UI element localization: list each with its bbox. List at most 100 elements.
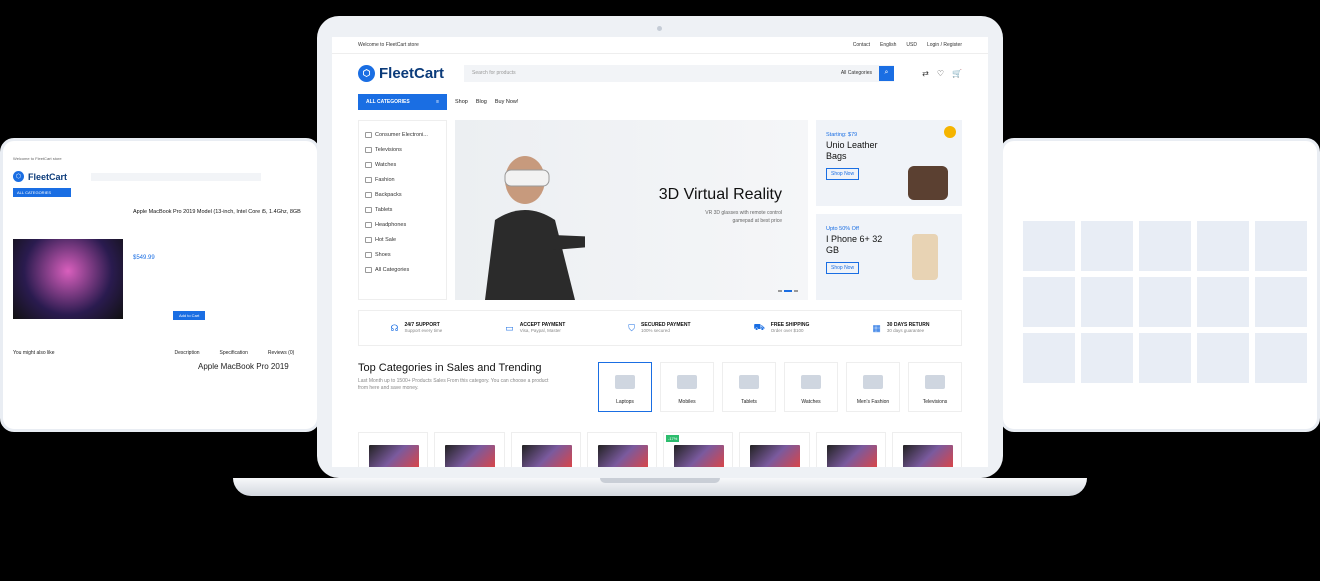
product-card[interactable] bbox=[1081, 277, 1133, 327]
language-select[interactable]: English bbox=[880, 42, 896, 48]
category-item[interactable]: Backpacks bbox=[359, 187, 446, 202]
add-to-cart-button[interactable]: Add to Cart bbox=[173, 311, 206, 320]
promo-bags-button[interactable]: Shop Now bbox=[826, 167, 860, 180]
category-item[interactable]: Fashion bbox=[359, 172, 446, 187]
hero-subtitle: VR 3D glasses with remote control gamepa… bbox=[705, 210, 782, 224]
product-card[interactable] bbox=[586, 432, 657, 467]
card-icon: ▭ bbox=[505, 322, 514, 333]
product-card[interactable] bbox=[1255, 333, 1307, 383]
wishlist-icon[interactable]: ♡ bbox=[937, 69, 944, 78]
product-card[interactable] bbox=[1023, 221, 1075, 271]
left-search-input[interactable] bbox=[91, 172, 262, 181]
product-card[interactable] bbox=[1197, 221, 1249, 271]
product-card[interactable] bbox=[1081, 333, 1133, 383]
nav-buy-now[interactable]: Buy Now! bbox=[495, 99, 519, 105]
category-item[interactable]: Consumer Electroni... bbox=[359, 127, 446, 142]
product-card[interactable] bbox=[1255, 277, 1307, 327]
product-card[interactable] bbox=[1139, 221, 1191, 271]
hero-title: 3D Virtual Reality bbox=[658, 186, 782, 203]
cart-icon[interactable]: 🛒 bbox=[952, 69, 962, 78]
category-item[interactable]: Shoes bbox=[359, 247, 446, 262]
right-device-screen bbox=[1000, 138, 1320, 432]
nav-blog[interactable]: Blog bbox=[476, 99, 487, 105]
tab-description[interactable]: Description bbox=[175, 350, 200, 356]
left-logo: ⬡ FleetCart bbox=[3, 171, 317, 182]
product-card[interactable] bbox=[1139, 333, 1191, 383]
promo-iphone[interactable]: Upto 50% Off I Phone 6+ 32 GB Shop Now bbox=[816, 214, 962, 300]
hero-banner[interactable]: 3D Virtual Reality VR 3D glasses with re… bbox=[455, 120, 808, 300]
product-card[interactable] bbox=[1197, 277, 1249, 327]
search-icon[interactable]: ⌕ bbox=[879, 65, 894, 81]
nav-bar: ALL CATEGORIES ≡ Shop Blog Buy Now! bbox=[332, 92, 988, 112]
vr-person-image bbox=[485, 156, 585, 300]
product-card[interactable] bbox=[1023, 333, 1075, 383]
top-bar: Welcome to FleetCart store Contact Engli… bbox=[332, 37, 988, 54]
slider-dots[interactable] bbox=[778, 290, 798, 292]
category-item[interactable]: Tablets bbox=[359, 202, 446, 217]
category-tile-tablets[interactable]: Tablets bbox=[722, 362, 776, 412]
promo-dot bbox=[944, 126, 956, 138]
all-categories-label: ALL CATEGORIES bbox=[366, 99, 410, 105]
product-card[interactable] bbox=[1197, 333, 1249, 383]
left-product-title: Apple MacBook Pro 2019 Model (13-inch, I… bbox=[133, 209, 301, 215]
bag-image bbox=[908, 166, 948, 200]
nav-shop[interactable]: Shop bbox=[455, 99, 468, 105]
all-categories-button[interactable]: ALL CATEGORIES ≡ bbox=[358, 94, 447, 110]
left-product-image bbox=[13, 239, 123, 319]
category-tile-mens-fashion[interactable]: Men's Fashion bbox=[846, 362, 900, 412]
feature-support: ☊ 24/7 SUPPORT Support every time bbox=[390, 322, 443, 333]
left-all-categories[interactable]: ALL CATEGORIES bbox=[13, 188, 71, 197]
tab-reviews[interactable]: Reviews (0) bbox=[268, 350, 294, 356]
product-card[interactable] bbox=[434, 432, 505, 467]
welcome-text: Welcome to FleetCart store bbox=[358, 42, 419, 48]
category-item[interactable]: Watches bbox=[359, 157, 446, 172]
product-card[interactable] bbox=[1139, 277, 1191, 327]
you-might-like-label: You might also like bbox=[13, 350, 55, 356]
top-categories-title: Top Categories in Sales and Trending bbox=[358, 362, 542, 374]
compare-icon[interactable]: ⇄ bbox=[922, 69, 929, 78]
promo-bags-starting: Starting: $79 bbox=[826, 132, 858, 138]
top-categories: Top Categories in Sales and Trending Las… bbox=[332, 346, 988, 412]
features-bar: ☊ 24/7 SUPPORT Support every time ▭ ACCEPT … bbox=[358, 310, 962, 346]
promo-iphone-starting: Upto 50% Off bbox=[826, 226, 859, 232]
logo-icon: ⬡ bbox=[13, 171, 24, 182]
search-category-select[interactable]: All Categories bbox=[841, 70, 872, 76]
category-tile-televisions[interactable]: Televisions bbox=[908, 362, 962, 412]
category-item[interactable]: All Categories bbox=[359, 262, 446, 277]
currency-select[interactable]: USD bbox=[906, 42, 917, 48]
category-item[interactable]: Televisions bbox=[359, 142, 446, 157]
promo-bags[interactable]: Starting: $79 Unio Leather Bags Shop Now bbox=[816, 120, 962, 206]
product-card[interactable] bbox=[891, 432, 962, 467]
product-card[interactable] bbox=[1081, 221, 1133, 271]
category-item[interactable]: Hot Sale bbox=[359, 232, 446, 247]
calendar-icon: ▦ bbox=[872, 322, 881, 333]
promo-bags-title: Unio Leather Bags bbox=[826, 140, 878, 161]
contact-link[interactable]: Contact bbox=[853, 42, 870, 48]
product-row: -17% bbox=[332, 412, 988, 467]
search-bar[interactable]: Search for products All Categories ⌕ bbox=[464, 64, 894, 82]
left-product-price: $549.99 bbox=[133, 255, 155, 261]
headset-icon: ☊ bbox=[390, 322, 399, 333]
category-item[interactable]: Headphones bbox=[359, 217, 446, 232]
product-card[interactable] bbox=[815, 432, 886, 467]
search-input[interactable]: Search for products bbox=[472, 70, 516, 76]
left-heading: Apple MacBook Pro 2019 bbox=[198, 362, 289, 371]
product-card[interactable] bbox=[1023, 277, 1075, 327]
login-link[interactable]: Login / Register bbox=[927, 42, 962, 48]
product-card[interactable] bbox=[358, 432, 429, 467]
promo-iphone-button[interactable]: Shop Now bbox=[826, 261, 860, 274]
product-card[interactable]: -17% bbox=[663, 432, 734, 467]
category-tile-laptops[interactable]: Laptops bbox=[598, 362, 652, 412]
feature-return: ▦ 30 DAYS RETURN 30 days guarantee bbox=[872, 322, 930, 333]
shield-icon: ⛉ bbox=[628, 322, 636, 333]
header: ⬡ FleetCart Search for products All Cate… bbox=[332, 54, 988, 92]
left-device-screen: Welcome to FleetCart store ⬡ FleetCart A… bbox=[0, 138, 320, 432]
logo-icon: ⬡ bbox=[358, 64, 375, 82]
category-tile-watches[interactable]: Watches bbox=[784, 362, 838, 412]
product-card[interactable] bbox=[739, 432, 810, 467]
tab-specification[interactable]: Specification bbox=[220, 350, 248, 356]
logo[interactable]: ⬡ FleetCart bbox=[358, 64, 448, 82]
product-card[interactable] bbox=[510, 432, 581, 467]
product-card[interactable] bbox=[1255, 221, 1307, 271]
category-tile-mobiles[interactable]: Mobiles bbox=[660, 362, 714, 412]
